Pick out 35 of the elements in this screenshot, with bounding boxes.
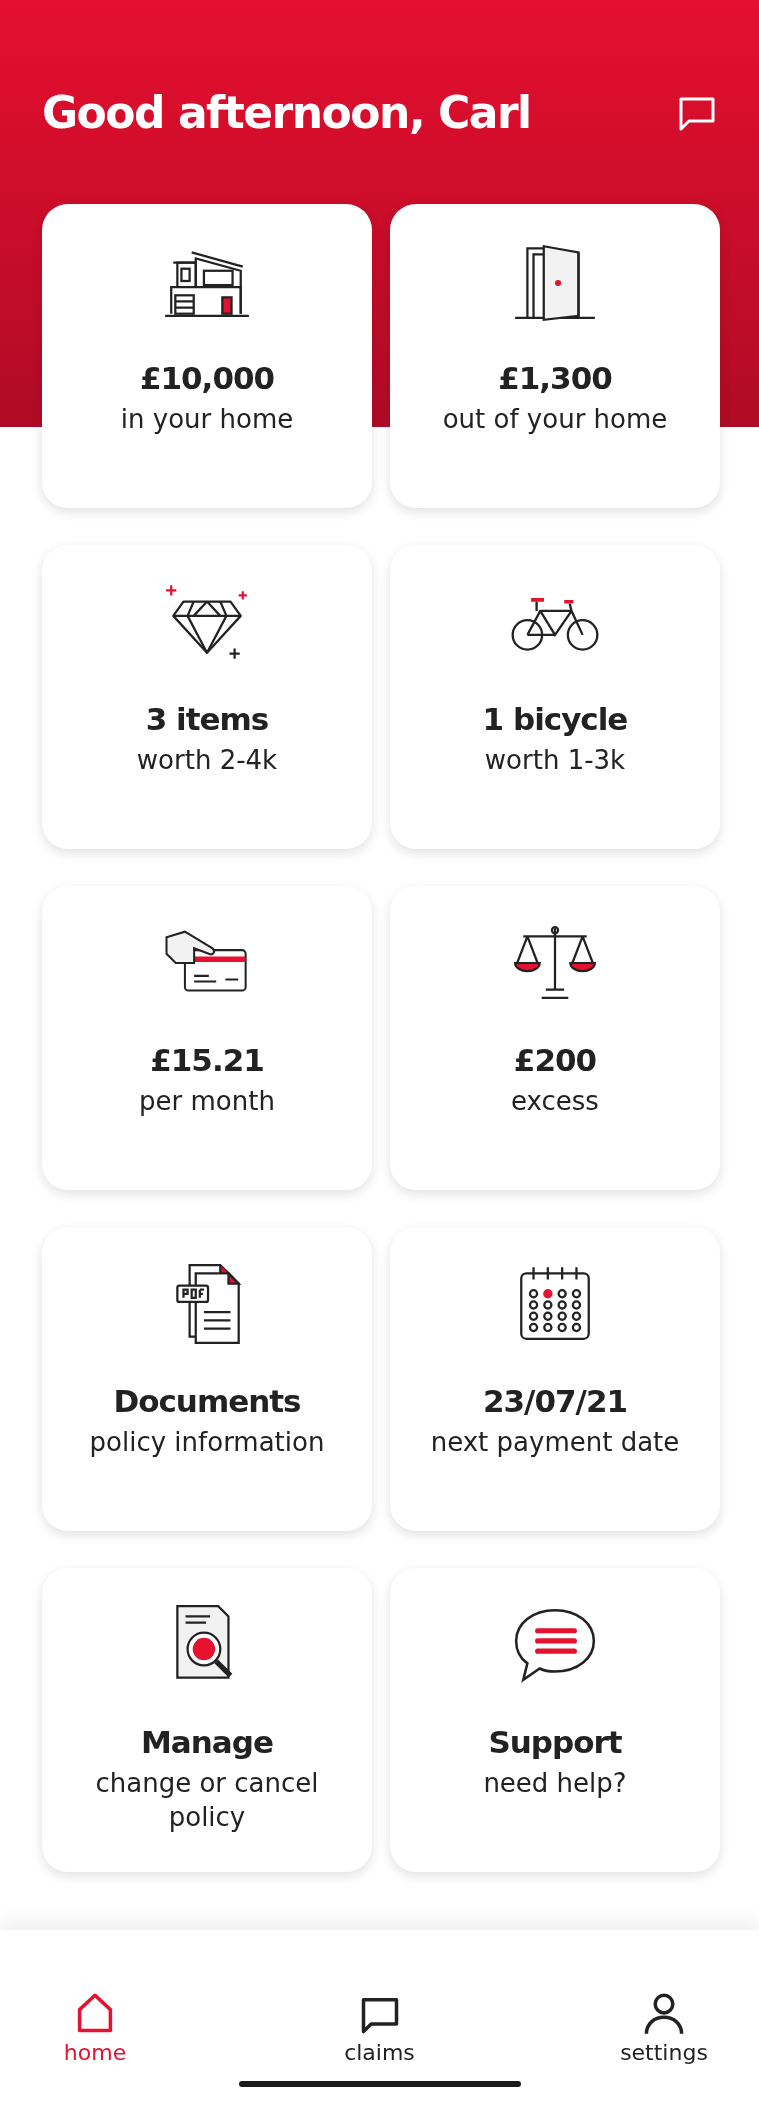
summary-card[interactable]: Support need help? <box>390 1568 720 1872</box>
card-value: £15.21 <box>150 1042 264 1078</box>
card-caption: in your home <box>119 403 295 436</box>
card-caption: policy information <box>88 1426 326 1459</box>
card-caption: excess <box>510 1085 600 1118</box>
card-value: Documents <box>113 1383 301 1419</box>
card-caption: worth 2-4k <box>135 744 279 777</box>
nav-tab[interactable]: home <box>20 1992 170 2065</box>
card-value: £1,300 <box>498 360 612 396</box>
card-caption: need help? <box>482 1767 628 1800</box>
card-value: £200 <box>513 1042 597 1078</box>
summary-card[interactable]: 1 bicycle worth 1-3k <box>390 545 720 849</box>
card-caption: change or cancel policy <box>94 1767 320 1834</box>
summary-card[interactable]: £10,000 in your home <box>42 204 372 508</box>
summary-card[interactable]: £1,300 out of your home <box>390 204 720 508</box>
card-value: 1 bicycle <box>482 701 628 737</box>
summary-card[interactable]: Documents policy information <box>42 1227 372 1531</box>
card-caption: out of your home <box>441 403 669 436</box>
card-caption: next payment date <box>429 1426 681 1459</box>
card-value: £10,000 <box>139 360 275 396</box>
card-value: 23/07/21 <box>482 1383 628 1419</box>
nav-tab[interactable]: settings <box>589 1992 739 2065</box>
summary-card[interactable]: £200 excess <box>390 886 720 1190</box>
summary-card[interactable]: £15.21 per month <box>42 886 372 1190</box>
card-value: Support <box>488 1724 622 1760</box>
card-caption: per month <box>138 1085 276 1118</box>
nav-tab[interactable]: claims <box>304 1992 455 2065</box>
card-value: Manage <box>141 1724 273 1760</box>
greeting-title: Good afternoon, Carl <box>42 86 531 140</box>
summary-card[interactable]: Manage change or cancel policy <box>42 1568 372 1872</box>
card-caption: worth 1-3k <box>483 744 627 777</box>
summary-card[interactable]: 23/07/21 next payment date <box>390 1227 720 1531</box>
person-icon <box>642 1992 686 2036</box>
card-value: 3 items <box>145 701 269 737</box>
summary-card[interactable]: 3 items worth 2-4k <box>42 545 372 849</box>
